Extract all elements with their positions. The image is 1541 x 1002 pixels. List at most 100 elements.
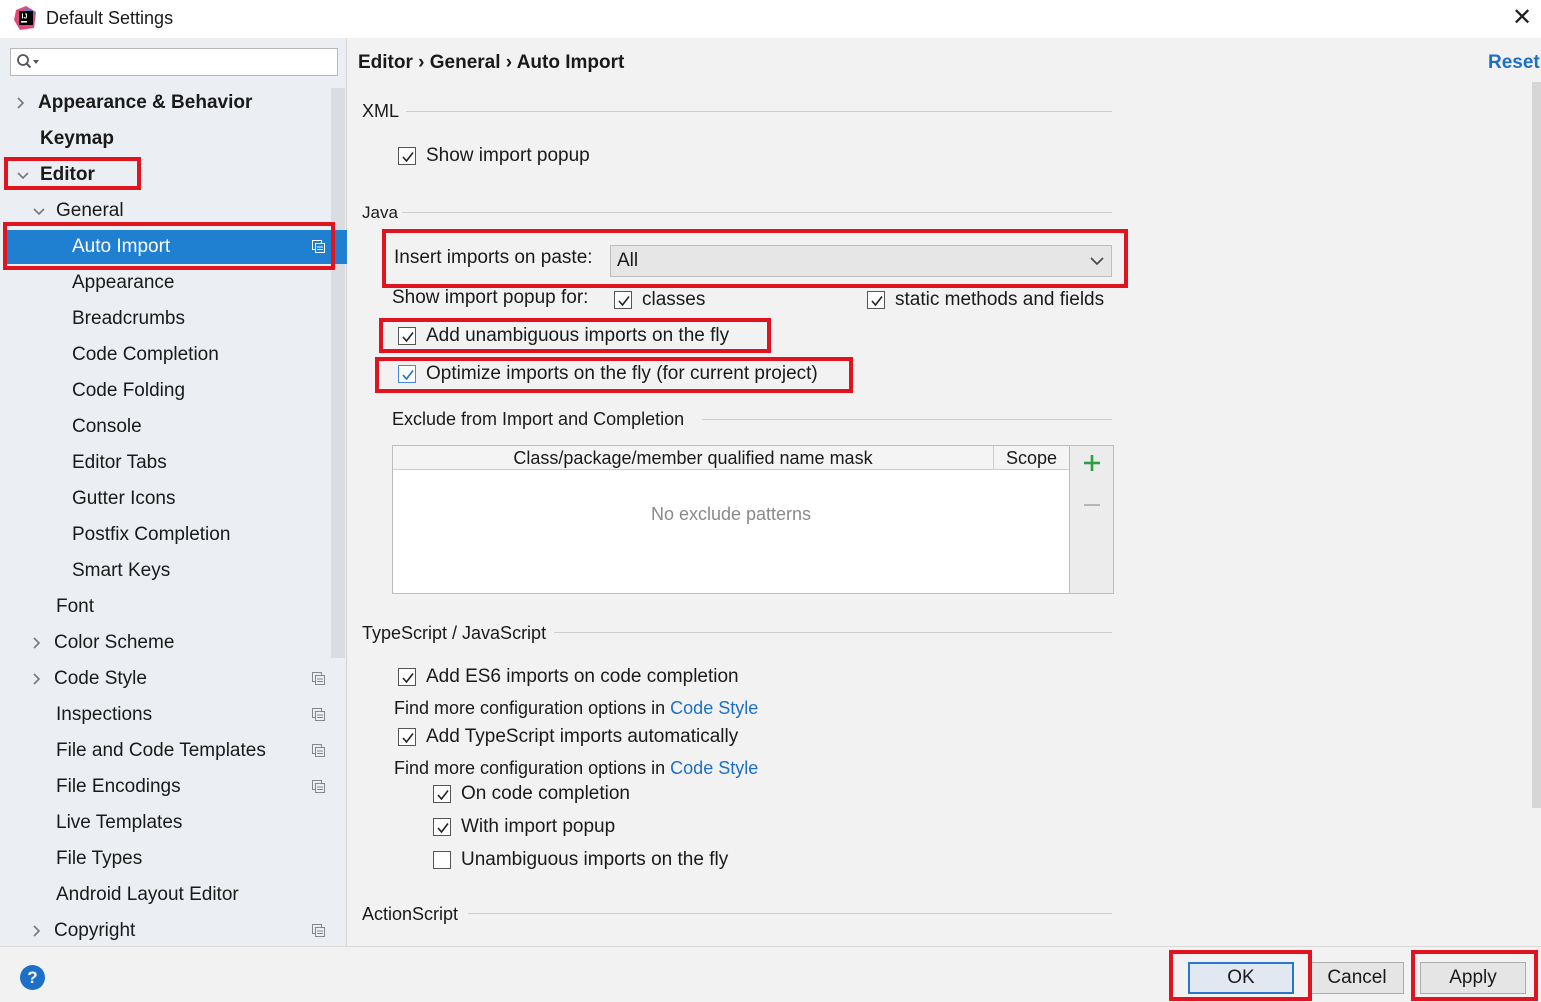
sidebar-item-label: Appearance bbox=[72, 272, 175, 293]
search-field[interactable] bbox=[10, 48, 338, 76]
section-divider bbox=[554, 632, 1112, 633]
checkmark-icon bbox=[437, 823, 449, 834]
chevron-down-icon[interactable] bbox=[16, 158, 30, 192]
checkbox-box[interactable] bbox=[867, 291, 885, 309]
close-icon[interactable]: ✕ bbox=[1510, 5, 1534, 31]
sidebar-item-label: Console bbox=[72, 416, 142, 437]
reset-link[interactable]: Reset bbox=[1488, 52, 1540, 74]
checkbox-box[interactable] bbox=[398, 147, 416, 165]
checkbox-box[interactable] bbox=[433, 785, 451, 803]
table-empty-text: No exclude patterns bbox=[650, 504, 812, 524]
checkbox-label: classes bbox=[642, 289, 706, 310]
insert-imports-label: Insert imports on paste: bbox=[394, 247, 593, 268]
checkbox-box[interactable] bbox=[398, 327, 416, 345]
apply-button[interactable]: Apply bbox=[1420, 962, 1526, 994]
checkbox-box[interactable] bbox=[433, 818, 451, 836]
table-toolbar bbox=[1070, 445, 1114, 594]
project-copy-icon bbox=[312, 240, 325, 253]
column-header-scope[interactable]: Scope bbox=[994, 446, 1069, 470]
dropdown-value: All bbox=[617, 250, 639, 271]
checkbox-box[interactable] bbox=[398, 668, 416, 686]
column-header-mask[interactable]: Class/package/member qualified name mask bbox=[393, 446, 993, 470]
sidebar-item-label: Code Folding bbox=[72, 380, 186, 401]
section-xml-title: XML bbox=[362, 101, 400, 121]
sidebar-item-file-types[interactable]: File Types bbox=[0, 842, 331, 876]
info-text: Find more configuration options in bbox=[394, 758, 666, 778]
checkmark-icon bbox=[871, 296, 883, 307]
sidebar-item-general[interactable]: General bbox=[0, 194, 331, 228]
code-style-link[interactable]: Code Style bbox=[670, 758, 758, 778]
sidebar-item-inspections[interactable]: Inspections bbox=[0, 698, 331, 732]
sidebar-item-appearance[interactable]: Appearance bbox=[0, 266, 331, 300]
checkmark-icon bbox=[618, 296, 630, 307]
help-icon[interactable]: ? bbox=[20, 965, 45, 990]
checkbox-box[interactable] bbox=[398, 365, 416, 383]
sidebar-item-postfix-completion[interactable]: Postfix Completion bbox=[0, 518, 331, 552]
sidebar-scrollbar[interactable] bbox=[331, 88, 345, 658]
info-line: Find more configuration options in Code … bbox=[394, 698, 758, 719]
sidebar-item-label: Gutter Icons bbox=[72, 488, 176, 509]
insert-imports-dropdown[interactable]: All bbox=[610, 245, 1112, 277]
settings-content: Editor › General › Auto Import Reset XML… bbox=[348, 38, 1541, 946]
popup-for-label: Show import popup for: bbox=[392, 287, 589, 308]
sidebar-item-code-folding[interactable]: Code Folding bbox=[0, 374, 331, 408]
sidebar-item-label: Keymap bbox=[40, 128, 114, 149]
sidebar-item-label: Editor Tabs bbox=[72, 452, 167, 473]
section-divider bbox=[402, 212, 1112, 213]
info-line: Find more configuration options in Code … bbox=[394, 758, 758, 779]
chevron-down-icon bbox=[1090, 257, 1104, 266]
sidebar-item-editor[interactable]: Editor bbox=[0, 158, 331, 192]
project-copy-icon bbox=[312, 708, 325, 721]
cancel-button[interactable]: Cancel bbox=[1310, 962, 1404, 994]
sidebar-item-label: Auto Import bbox=[72, 236, 171, 257]
checkbox-box[interactable] bbox=[614, 291, 632, 309]
chevron-right-icon[interactable] bbox=[14, 86, 28, 120]
sidebar-item-auto-import[interactable]: Auto Import bbox=[4, 230, 347, 264]
checkmark-icon bbox=[402, 673, 414, 684]
chevron-right-icon[interactable] bbox=[30, 914, 44, 948]
sidebar-item-file-code-templates[interactable]: File and Code Templates bbox=[0, 734, 331, 768]
sidebar-item-file-encodings[interactable]: File Encodings bbox=[0, 770, 331, 804]
checkmark-icon bbox=[402, 733, 414, 744]
sidebar-item-console[interactable]: Console bbox=[0, 410, 331, 444]
sidebar-item-code-completion[interactable]: Code Completion bbox=[0, 338, 331, 372]
sidebar-item-editor-tabs[interactable]: Editor Tabs bbox=[0, 446, 331, 480]
checkbox-box[interactable] bbox=[433, 851, 451, 869]
sidebar-item-font[interactable]: Font bbox=[0, 590, 331, 624]
add-icon[interactable] bbox=[1081, 452, 1103, 474]
project-copy-icon bbox=[312, 744, 325, 757]
window-title: Default Settings bbox=[46, 8, 174, 28]
chevron-right-icon[interactable] bbox=[30, 626, 44, 660]
section-actionscript-title: ActionScript bbox=[362, 904, 459, 924]
checkbox-label: Add TypeScript imports automatically bbox=[426, 726, 739, 747]
sidebar-item-label: General bbox=[56, 200, 124, 221]
search-input[interactable] bbox=[45, 51, 333, 73]
exclude-title: Exclude from Import and Completion bbox=[392, 409, 685, 429]
section-divider bbox=[702, 419, 1112, 420]
sidebar-item-live-templates[interactable]: Live Templates bbox=[0, 806, 331, 840]
chevron-down-icon[interactable] bbox=[32, 194, 46, 228]
sidebar-item-gutter-icons[interactable]: Gutter Icons bbox=[0, 482, 331, 516]
code-style-link[interactable]: Code Style bbox=[670, 698, 758, 718]
sidebar-item-label: Appearance & Behavior bbox=[38, 92, 253, 113]
chevron-right-icon[interactable] bbox=[30, 662, 44, 696]
sidebar-item-android-layout-editor[interactable]: Android Layout Editor bbox=[0, 878, 331, 912]
ok-button[interactable]: OK bbox=[1188, 962, 1294, 994]
sidebar-item-breadcrumbs[interactable]: Breadcrumbs bbox=[0, 302, 331, 336]
sidebar-item-label: Copyright bbox=[54, 920, 136, 941]
sidebar-item-appearance-behavior[interactable]: Appearance & Behavior bbox=[0, 86, 331, 120]
checkbox-box[interactable] bbox=[398, 728, 416, 746]
checkbox-label: Optimize imports on the fly (for current… bbox=[426, 363, 818, 384]
exclude-table[interactable]: Class/package/member qualified name mask… bbox=[392, 445, 1070, 594]
content-scrollbar[interactable] bbox=[1532, 82, 1541, 808]
sidebar-item-smart-keys[interactable]: Smart Keys bbox=[0, 554, 331, 588]
table-header: Class/package/member qualified name mask… bbox=[393, 446, 1069, 470]
sidebar-item-color-scheme[interactable]: Color Scheme bbox=[0, 626, 331, 660]
sidebar-item-copyright[interactable]: Copyright bbox=[0, 914, 331, 948]
sidebar-item-label: Color Scheme bbox=[54, 632, 175, 653]
settings-sidebar: Appearance & Behavior Keymap Editor Gene… bbox=[0, 38, 347, 946]
info-text: Find more configuration options in bbox=[394, 698, 666, 718]
project-copy-icon bbox=[312, 672, 325, 685]
sidebar-item-code-style[interactable]: Code Style bbox=[0, 662, 331, 696]
sidebar-item-keymap[interactable]: Keymap bbox=[0, 122, 331, 156]
